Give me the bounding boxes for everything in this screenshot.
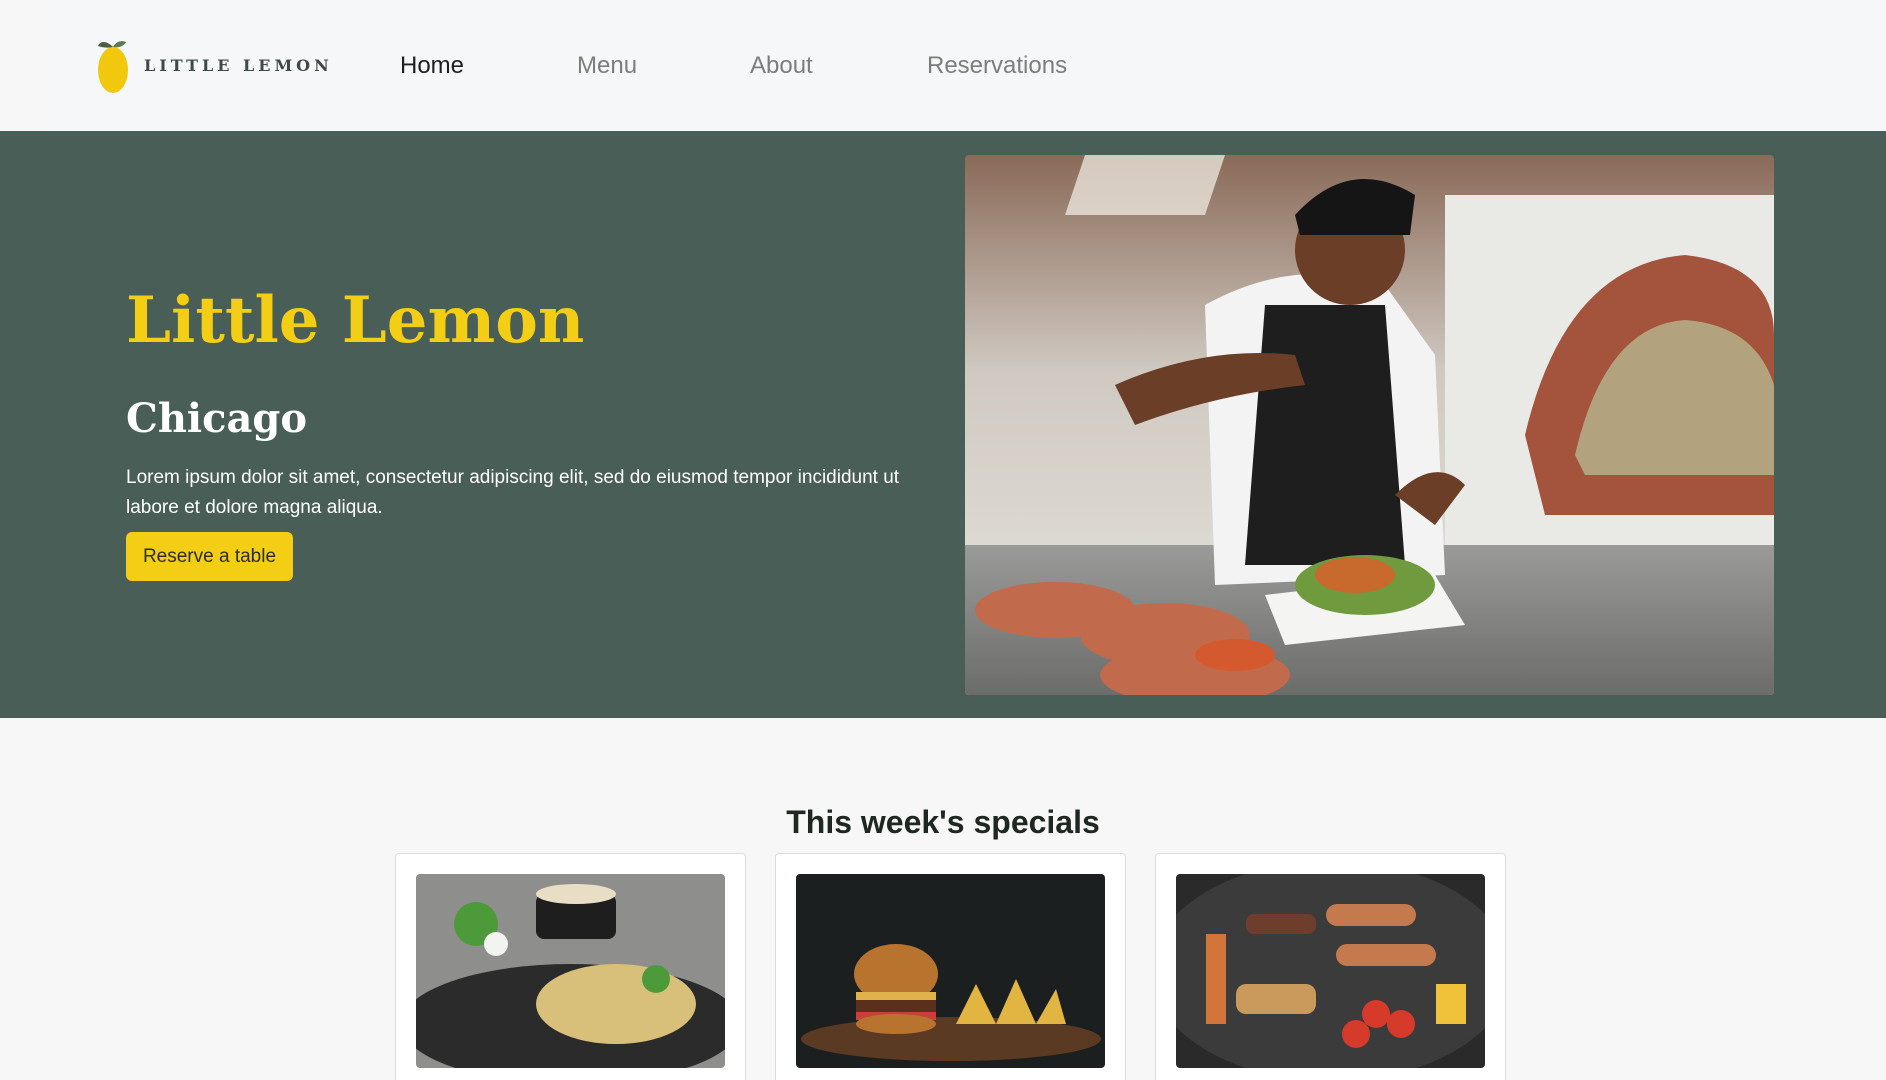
nav-about-link[interactable]: About bbox=[750, 52, 813, 80]
reserve-table-button[interactable]: Reserve a table bbox=[126, 532, 293, 581]
chef-photo bbox=[965, 155, 1774, 695]
lemon-icon bbox=[98, 41, 128, 93]
special-card-image bbox=[796, 874, 1105, 1068]
brand-logo[interactable]: LITTLE LEMON bbox=[96, 36, 333, 94]
special-card[interactable] bbox=[775, 853, 1126, 1080]
nav-menu-link[interactable]: Menu bbox=[577, 52, 637, 80]
special-card[interactable] bbox=[395, 853, 746, 1080]
hero-description: Lorem ipsum dolor sit amet, consectetur … bbox=[126, 467, 900, 518]
special-card-image bbox=[416, 874, 725, 1068]
nav-home-link[interactable]: Home bbox=[400, 52, 464, 80]
hero-city: Chicago bbox=[126, 395, 308, 442]
specials-heading: This week's specials bbox=[786, 804, 1100, 840]
nav-reservations-link[interactable]: Reservations bbox=[927, 52, 1067, 80]
hero-title: Little Lemon bbox=[126, 283, 585, 358]
special-card[interactable] bbox=[1155, 853, 1506, 1080]
top-navbar: LITTLE LEMON Home Menu About Reservation… bbox=[48, 0, 1886, 131]
brand-name: LITTLE LEMON bbox=[144, 55, 333, 75]
hero-section: Little Lemon Chicago Lorem ipsum dolor s… bbox=[0, 131, 1886, 718]
special-card-image bbox=[1176, 874, 1485, 1068]
